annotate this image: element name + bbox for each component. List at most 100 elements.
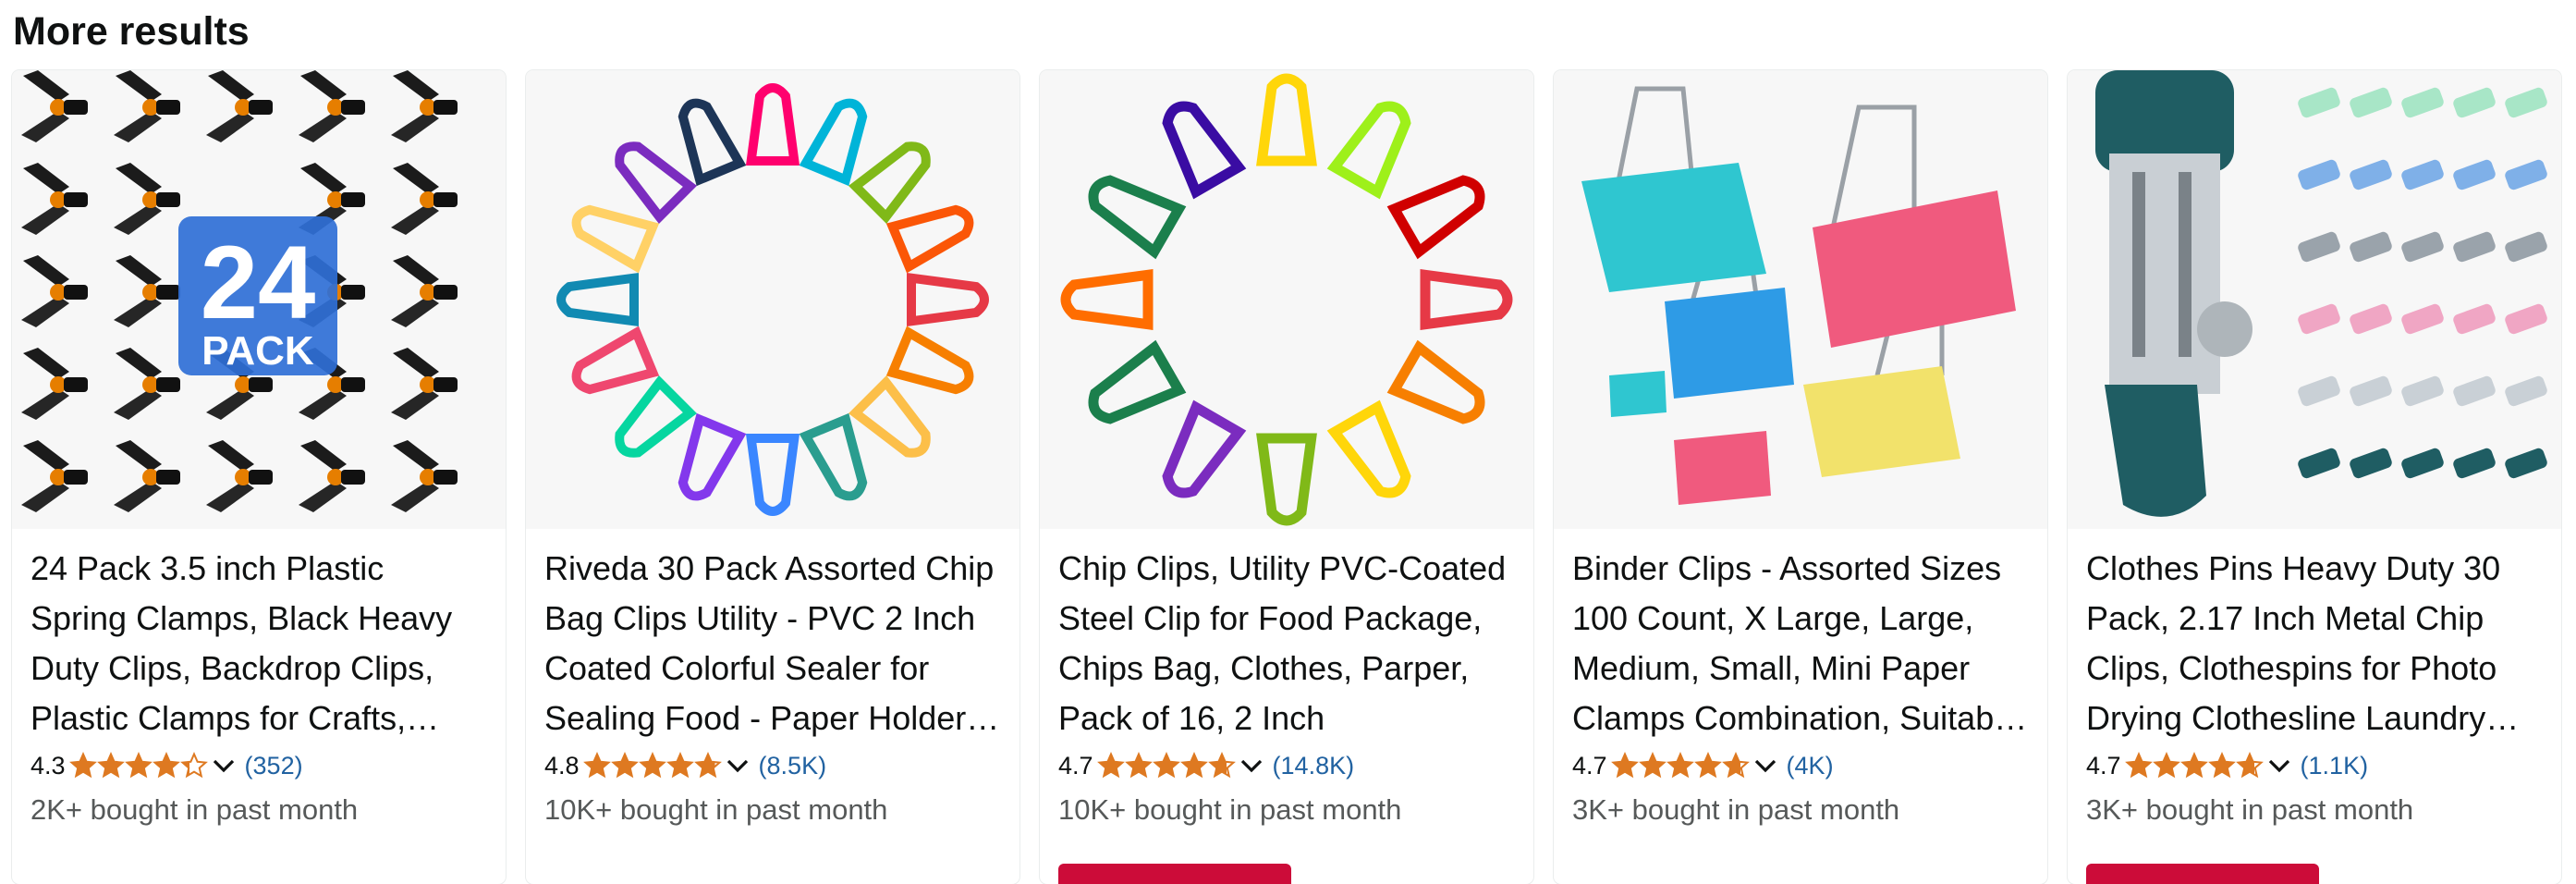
mini-pin [2453, 448, 2496, 479]
product-image[interactable] [1554, 70, 2047, 529]
mini-pin [2350, 303, 2392, 335]
clip-shape [1256, 73, 1317, 166]
product-card[interactable]: Binder Clips - Assorted Sizes 100 Count,… [1554, 70, 2047, 884]
badge-text: PACK [201, 328, 314, 374]
mini-pin [2505, 375, 2547, 407]
product-card[interactable]: 24 PACK 24 Pack 3.5 inch Plastic Spring … [12, 70, 506, 884]
star-icon [665, 752, 694, 779]
star-icon [124, 752, 153, 779]
product-title[interactable]: Clothes Pins Heavy Duty 30 Pack, 2.17 In… [2086, 544, 2545, 743]
mini-pin [2298, 303, 2340, 335]
clip-shape [571, 204, 660, 274]
clip-shape [745, 83, 800, 166]
star-rating[interactable] [1096, 752, 1236, 780]
mini-pin [2401, 303, 2444, 335]
star-icon [1693, 752, 1722, 779]
bought-text: 2K+ bought in past month [31, 793, 359, 826]
star-icon [2207, 752, 2236, 779]
mini-pin [2350, 159, 2392, 190]
clip-shape [1162, 101, 1247, 200]
mini-pin [2453, 303, 2496, 335]
rating-value: 4.7 [1572, 751, 1607, 780]
rating-row: 4.7 (14.8K) [1058, 747, 1354, 784]
deal-badge [1058, 864, 1291, 884]
star-icon [1152, 752, 1180, 779]
mini-pin [2401, 159, 2444, 190]
star-rating[interactable] [2124, 752, 2264, 780]
star-icon [96, 752, 125, 779]
product-title[interactable]: Binder Clips - Assorted Sizes 100 Count,… [1572, 544, 2031, 743]
mini-pin [2298, 448, 2340, 479]
mini-pin [2350, 375, 2392, 407]
mini-pin [2453, 159, 2496, 190]
rating-value: 4.3 [31, 751, 66, 780]
mini-pin [2505, 448, 2547, 479]
clip-shape [848, 141, 931, 225]
clip-shape [1420, 269, 1513, 330]
chevron-down-icon[interactable] [1752, 752, 1779, 780]
mini-pin [2298, 87, 2340, 118]
clip-shape [907, 272, 989, 327]
clip-shape [556, 272, 639, 327]
chip-clips-circle-image [1060, 73, 1513, 526]
clip-shape [1060, 269, 1154, 330]
star-icon [1721, 752, 1750, 779]
rating-row: 4.8 (8.5K) [544, 747, 826, 784]
star-icon [1638, 752, 1666, 779]
clip-shape [885, 325, 974, 395]
deal-badge [2086, 864, 2319, 884]
star-icon [693, 752, 722, 779]
star-icon [2124, 752, 2153, 779]
star-rating[interactable] [68, 752, 208, 780]
chevron-down-icon[interactable] [210, 752, 238, 780]
rating-row: 4.3 (352) [31, 747, 303, 784]
chevron-down-icon[interactable] [2265, 752, 2293, 780]
clip-shape [1326, 101, 1411, 200]
star-icon [2179, 752, 2208, 779]
star-icon [1124, 752, 1153, 779]
badge-number: 24 [201, 225, 316, 340]
product-image[interactable]: 24 PACK [12, 70, 506, 529]
clip-shape [1162, 399, 1247, 498]
section-heading: More results [13, 9, 250, 54]
mini-pin [2453, 231, 2496, 263]
rating-value: 4.7 [1058, 751, 1093, 780]
mini-pin [2401, 375, 2444, 407]
chevron-down-icon[interactable] [1238, 752, 1265, 780]
star-rating[interactable] [582, 752, 722, 780]
review-count-link[interactable]: (352) [245, 752, 303, 780]
clip-shape [678, 412, 747, 501]
clip-shape [678, 98, 747, 187]
product-title[interactable]: Chip Clips, Utility PVC-Coated Steel Cli… [1058, 544, 1517, 743]
product-title[interactable]: 24 Pack 3.5 inch Plastic Spring Clamps, … [31, 544, 489, 743]
clip-shape [1326, 399, 1411, 498]
mini-pin [2505, 303, 2547, 335]
mini-pin [2298, 231, 2340, 263]
clip-shape [848, 374, 931, 458]
clip-shape [1386, 339, 1485, 424]
clip-shape [615, 374, 698, 458]
rating-row: 4.7 (1.1K) [2086, 747, 2368, 784]
review-count-link[interactable]: (14.8K) [1273, 752, 1355, 780]
product-card[interactable]: Riveda 30 Pack Assorted Chip Bag Clips U… [526, 70, 1019, 884]
product-image[interactable] [526, 70, 1019, 529]
product-image[interactable] [1040, 70, 1533, 529]
product-image[interactable] [2068, 70, 2561, 529]
mini-pin [2453, 375, 2496, 407]
star-rating[interactable] [1610, 752, 1750, 780]
chevron-down-icon[interactable] [724, 752, 751, 780]
mini-pin [2401, 231, 2444, 263]
product-card[interactable]: Chip Clips, Utility PVC-Coated Steel Cli… [1040, 70, 1533, 884]
star-icon [2152, 752, 2180, 779]
mini-pin [2453, 87, 2496, 118]
review-count-link[interactable]: (4K) [1787, 752, 1834, 780]
star-icon [610, 752, 639, 779]
product-title[interactable]: Riveda 30 Pack Assorted Chip Bag Clips U… [544, 544, 1003, 743]
spring-clamps-image: 24 PACK [21, 70, 458, 512]
bought-text: 3K+ bought in past month [2086, 793, 2414, 826]
star-icon [1610, 752, 1639, 779]
product-card[interactable]: Clothes Pins Heavy Duty 30 Pack, 2.17 In… [2068, 70, 2561, 884]
review-count-link[interactable]: (1.1K) [2301, 752, 2369, 780]
chip-clips-ring-image [556, 83, 989, 516]
review-count-link[interactable]: (8.5K) [759, 752, 827, 780]
